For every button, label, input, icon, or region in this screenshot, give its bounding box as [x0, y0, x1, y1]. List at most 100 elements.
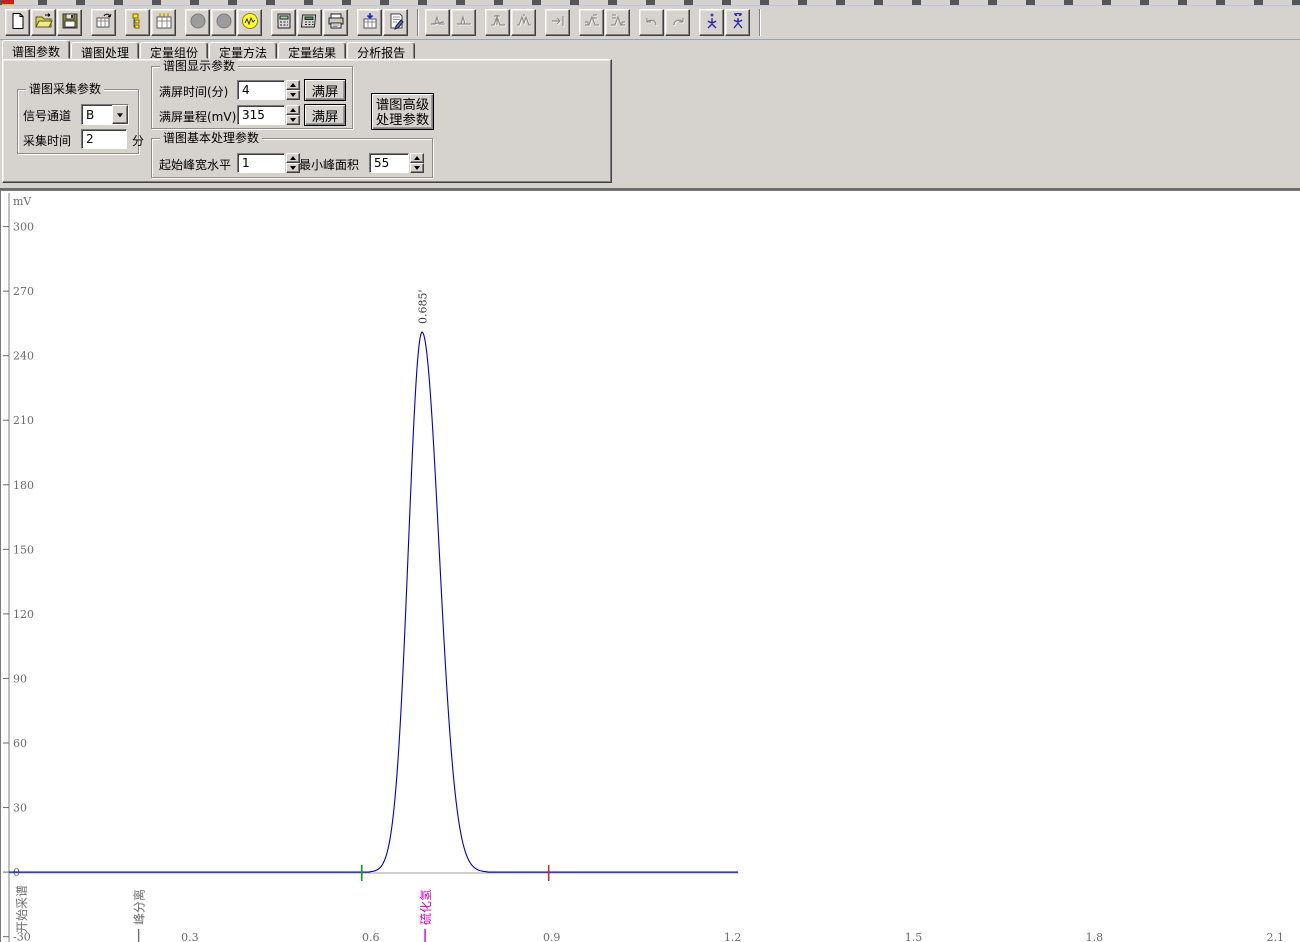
spin-up-button[interactable] [286, 105, 300, 115]
method-list-button[interactable] [125, 9, 150, 36]
min-area-spinner [410, 153, 424, 173]
y-tick-label: 210 [13, 414, 34, 427]
toolbar-group-6 [425, 9, 477, 36]
fullscreen-range-label: 满屏量程(mV) [159, 108, 236, 125]
edit-annotation-button[interactable] [383, 9, 408, 36]
x-tick-label: 1.8 [1086, 931, 1104, 942]
toolbar-group-2 [125, 9, 177, 36]
manual-zoom-button[interactable] [699, 9, 724, 36]
x-tick-label: 0.3 [181, 931, 199, 942]
peak-flat-icon [455, 12, 473, 33]
acq-time-label: 采集时间 [23, 132, 71, 149]
advanced-params-line1: 谱图高级 [376, 97, 429, 112]
processing-group-title: 谱图基本处理参数 [160, 131, 262, 145]
event-label-峰分离: 峰分离 [132, 889, 147, 925]
calculator-green-icon [301, 12, 319, 33]
spin-down-button[interactable] [286, 115, 300, 125]
acq-time-unit: 分 [132, 132, 144, 149]
wave-circle-icon [241, 12, 259, 33]
zoom-reset-button[interactable] [725, 9, 750, 36]
import-table-button[interactable] [357, 9, 382, 36]
advanced-params-line2: 处理参数 [376, 112, 429, 127]
toolbar-group-3 [185, 9, 263, 36]
tab-定量结果[interactable]: 定量结果 [278, 42, 346, 59]
calibration-table-icon [155, 12, 173, 33]
new-file-button[interactable] [5, 9, 30, 36]
peak-width-label: 起始峰宽水平 [159, 156, 231, 173]
tab-定量方法[interactable]: 定量方法 [209, 42, 277, 59]
open-file-button[interactable] [31, 9, 56, 36]
parameter-panel: 谱图采集参数 信号通道 B 采集时间 2 分 谱图显示参数 满屏时间(分) 4 … [0, 59, 1300, 184]
toolbar-group-4 [271, 9, 349, 36]
x-tick-label: 1.5 [905, 931, 923, 942]
tab-bar: 谱图参数谱图处理定量组份定量方法定量结果分析报告 [0, 40, 1300, 59]
signal-channel-value: B [82, 108, 112, 122]
redo-button [665, 9, 690, 36]
spin-down-button[interactable] [286, 90, 300, 100]
tab-谱图处理[interactable]: 谱图处理 [71, 42, 139, 59]
spin-up-button[interactable] [410, 153, 424, 163]
arrow-to-end-icon [549, 12, 567, 33]
toolbar-group-8 [545, 9, 571, 36]
fullscreen-time-button[interactable]: 满屏 [304, 79, 346, 101]
calibration-table-button[interactable] [151, 9, 176, 36]
fullscreen-range-spinner [286, 105, 300, 125]
fullscreen-time-spinner [286, 80, 300, 100]
x-tick-label: 2.1 [1267, 931, 1285, 942]
fullscreen-range-input[interactable]: 315 [237, 105, 285, 125]
save-floppy-icon [61, 12, 79, 33]
import-table-icon [361, 12, 379, 33]
redo-icon [669, 12, 687, 33]
gray-circle-icon [189, 12, 207, 33]
open-folder-icon [35, 12, 53, 33]
print-button[interactable] [323, 9, 348, 36]
y-tick-label: 60 [13, 737, 27, 750]
tab-定量组份[interactable]: 定量组份 [140, 42, 208, 59]
calculate-button[interactable] [271, 9, 296, 36]
toolbar-group-0 [5, 9, 83, 36]
signal-channel-select[interactable]: B [81, 104, 129, 125]
y-tick-label: 90 [13, 672, 27, 685]
undo-icon [643, 12, 661, 33]
spin-up-button[interactable] [286, 153, 300, 163]
tab-谱图参数[interactable]: 谱图参数 [2, 40, 70, 59]
view-trace-button[interactable] [237, 9, 262, 36]
acq-time-input[interactable]: 2 [81, 129, 127, 149]
chromatogram-area[interactable]: mV3002702402101801501209060300-300.30.60… [0, 190, 1300, 942]
gray-circle-icon [215, 12, 233, 33]
peak-width-input[interactable]: 1 [237, 153, 285, 173]
person-plus-icon [703, 12, 721, 33]
chevron-down-icon[interactable] [112, 105, 128, 124]
advanced-params-button[interactable]: 谱图高级 处理参数 [371, 93, 434, 130]
spin-down-button[interactable] [286, 163, 300, 173]
record-channel-a-button[interactable] [185, 9, 210, 36]
peak-split-button [485, 9, 510, 36]
peak-area-right-icon [609, 12, 627, 33]
record-channel-b-button[interactable] [211, 9, 236, 36]
printer-icon [327, 12, 345, 33]
report-table-button[interactable] [91, 9, 116, 36]
peak-retention-label: 0.685' [417, 289, 430, 324]
toolbar-group-1 [91, 9, 117, 36]
y-tick-label: 180 [13, 479, 34, 492]
toolbar-separator [417, 9, 419, 36]
toolbar-group-10 [639, 9, 691, 36]
peak-width-spinner [286, 153, 300, 173]
peak-baseline-icon [429, 12, 447, 33]
y-tick-label: 120 [13, 608, 34, 621]
spin-down-button[interactable] [410, 163, 424, 173]
min-area-input[interactable]: 55 [369, 153, 409, 173]
fullscreen-range-button[interactable]: 满屏 [304, 104, 346, 126]
undo-button [639, 9, 664, 36]
y-axis-unit-label: mV [13, 195, 32, 208]
event-label-硫化氢: 硫化氢 [418, 889, 433, 925]
x-tick-label: 0.6 [362, 931, 380, 942]
save-button[interactable] [57, 9, 82, 36]
tab-分析报告[interactable]: 分析报告 [347, 42, 415, 59]
recalculate-button[interactable] [297, 9, 322, 36]
min-area-label: 最小峰面积 [299, 156, 359, 173]
signal-trace [9, 332, 738, 872]
spin-up-button[interactable] [286, 80, 300, 90]
fullscreen-time-input[interactable]: 4 [237, 80, 285, 100]
force-baseline-button [425, 9, 450, 36]
